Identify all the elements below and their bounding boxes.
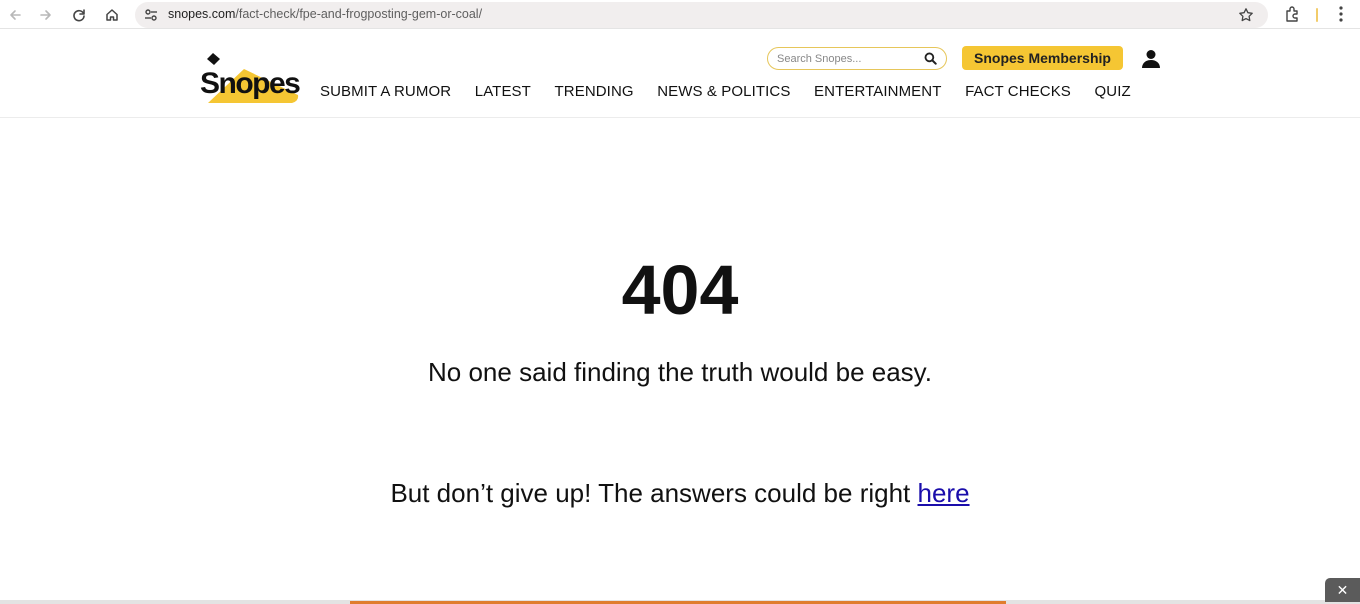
reload-button[interactable] — [68, 4, 90, 26]
reload-icon — [73, 9, 85, 22]
here-link[interactable]: here — [918, 478, 970, 508]
encourage-label: But don’t give up! The answers could be … — [390, 478, 918, 508]
arrow-left-icon — [10, 10, 21, 20]
nav-submit-a-rumor[interactable]: SUBMIT A RUMOR — [320, 83, 451, 100]
main-nav: SUBMIT A RUMOR LATEST TRENDING NEWS & PO… — [320, 83, 1131, 100]
extensions-icon[interactable] — [1284, 5, 1302, 23]
snopes-logo-icon: Snopes — [200, 53, 302, 103]
bookmark-star-icon[interactable] — [1238, 7, 1254, 23]
nav-entertainment[interactable]: ENTERTAINMENT — [814, 83, 941, 100]
home-icon — [106, 9, 118, 21]
nav-latest[interactable]: LATEST — [475, 83, 531, 100]
user-account-icon[interactable] — [1141, 49, 1161, 69]
nav-fact-checks[interactable]: FACT CHECKS — [965, 83, 1071, 100]
arrow-right-icon — [40, 10, 51, 20]
address-bar[interactable]: snopes.com/fact-check/fpe-and-frogpostin… — [135, 2, 1268, 28]
encourage-text: But don’t give up! The answers could be … — [0, 477, 1360, 509]
search-icon[interactable] — [924, 52, 937, 65]
browser-toolbar: snopes.com/fact-check/fpe-and-frogpostin… — [0, 0, 1360, 29]
site-header: Snopes Snopes Membership SUBMIT A RUMOR … — [0, 36, 1360, 118]
search-input[interactable] — [777, 51, 917, 67]
home-button[interactable] — [101, 4, 123, 26]
back-button[interactable] — [4, 4, 26, 26]
error-tagline: No one said finding the truth would be e… — [428, 357, 932, 387]
nav-trending[interactable]: TRENDING — [555, 83, 634, 100]
site-settings-icon[interactable] — [143, 7, 159, 23]
toolbar-divider — [1316, 8, 1318, 22]
main-content: 404 No one said finding the truth would … — [0, 118, 1360, 604]
snopes-logo[interactable]: Snopes — [200, 51, 302, 105]
forward-button[interactable] — [35, 4, 57, 26]
url-host: snopes.com — [168, 7, 236, 21]
url-path: /fact-check/fpe-and-frogposting-gem-or-c… — [235, 7, 483, 21]
membership-button[interactable]: Snopes Membership — [962, 46, 1123, 70]
error-code: 404 — [621, 251, 739, 329]
ad-close-button[interactable]: ✕ — [1325, 578, 1360, 602]
nav-quiz[interactable]: QUIZ — [1095, 83, 1131, 100]
search-box[interactable] — [767, 47, 947, 70]
nav-news-politics[interactable]: NEWS & POLITICS — [657, 83, 790, 100]
logo-text: Snopes — [200, 67, 300, 100]
url-text: snopes.com/fact-check/fpe-and-frogpostin… — [168, 7, 482, 21]
more-menu-icon[interactable] — [1333, 5, 1349, 23]
